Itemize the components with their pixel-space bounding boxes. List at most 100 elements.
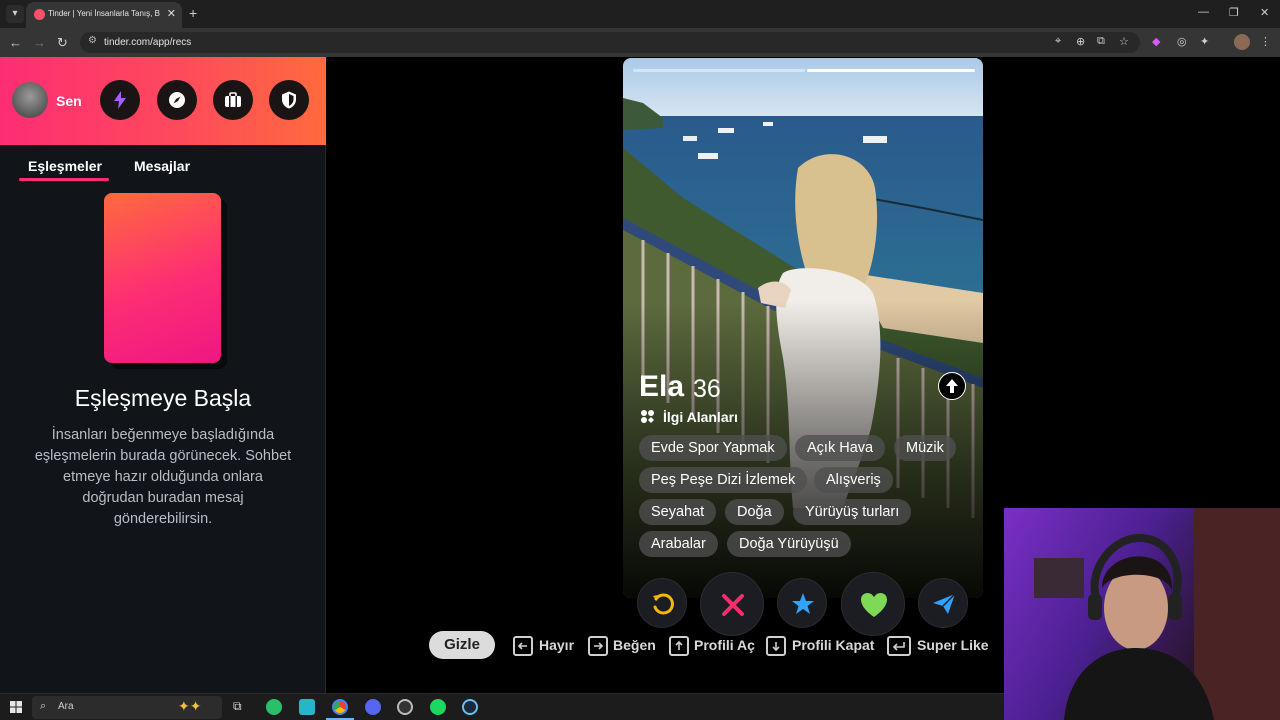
interest-chip: Evde Spor Yapmak xyxy=(639,435,787,461)
nope-icon xyxy=(722,594,744,616)
explore-button[interactable] xyxy=(157,80,197,120)
tab-title: Tinder | Yeni İnsanlarla Tanış, Bu xyxy=(48,9,160,18)
tab-search-button[interactable]: ▾ xyxy=(6,5,24,23)
forward-icon[interactable]: → xyxy=(33,35,46,50)
windows-taskbar: ⌕ Ara ✦✦ ⧉ xyxy=(0,693,1004,720)
rewind-icon xyxy=(653,593,674,615)
tab-messages[interactable]: Mesajlar xyxy=(134,158,190,174)
interest-chip: Doğa Yürüyüşü xyxy=(727,531,851,557)
browser-profile-avatar[interactable] xyxy=(1234,34,1250,50)
browser-menu-icon[interactable]: ⋮ xyxy=(1260,35,1271,48)
briefcase-icon xyxy=(225,92,241,107)
shortcut-label: Profili Aç xyxy=(694,637,755,653)
discord-icon[interactable] xyxy=(365,699,381,715)
super-like-icon xyxy=(792,593,814,614)
install-icon[interactable]: ⧉ xyxy=(1097,35,1105,48)
sidebar-header: Sen xyxy=(0,57,326,145)
windows-start-icon[interactable] xyxy=(10,701,22,713)
close-window-icon[interactable]: ✕ xyxy=(1260,6,1269,19)
chrome-icon[interactable] xyxy=(332,699,348,715)
shortcut-label: Hayır xyxy=(539,637,575,653)
open-profile-button[interactable] xyxy=(938,372,966,400)
photo-indicator-2[interactable] xyxy=(807,69,975,72)
rewind-button[interactable] xyxy=(637,578,687,628)
key-left-icon xyxy=(513,636,533,656)
shortcut-label: Super Like xyxy=(917,637,989,653)
key-down-icon xyxy=(766,636,786,656)
user-label[interactable]: Sen xyxy=(56,93,82,109)
webcam-overlay xyxy=(1004,508,1280,720)
profile-name: Ela xyxy=(639,370,685,403)
bookmark-star-icon[interactable]: ☆ xyxy=(1119,35,1129,48)
shortcut-label: Profili Kapat xyxy=(792,637,875,653)
interests-icon xyxy=(641,410,654,423)
minimize-icon[interactable]: — xyxy=(1198,6,1209,18)
shield-icon xyxy=(282,91,296,109)
url-text: tinder.com/app/recs xyxy=(104,37,192,48)
restore-icon[interactable]: ❐ xyxy=(1229,6,1239,19)
spotify-icon[interactable] xyxy=(430,699,446,715)
address-bar-row: ← → ↻ ⚙ tinder.com/app/recs ⌖ ⊕ ⧉ ☆ ◆ ◎ … xyxy=(0,28,1280,57)
new-tab-icon[interactable]: + xyxy=(189,5,197,21)
arrow-up-icon xyxy=(946,379,958,393)
nope-button[interactable] xyxy=(700,572,764,636)
profile-card[interactable]: Ela 36 İlgi Alanları Evde Spor Yapmak Aç… xyxy=(623,58,983,598)
profile-age: 36 xyxy=(693,375,721,403)
extensions-puzzle-icon[interactable]: ✦ xyxy=(1200,35,1209,48)
shortcut-label: Beğen xyxy=(613,637,656,653)
extension-2-icon[interactable]: ◎ xyxy=(1177,35,1187,48)
key-right-icon xyxy=(588,636,608,656)
super-like-button[interactable] xyxy=(777,578,827,628)
interests-label: İlgi Alanları xyxy=(663,409,738,425)
key-up-icon xyxy=(669,636,689,656)
browser-tab-bar: ▾ Tinder | Yeni İnsanlarla Tanış, Bu ✕ +… xyxy=(0,0,1280,28)
work-mode-button[interactable] xyxy=(213,80,253,120)
interest-chip: Doğa xyxy=(725,499,784,525)
matches-placeholder-card xyxy=(104,193,221,363)
boost-send-button[interactable] xyxy=(918,578,968,628)
interest-chip: Yürüyüş turları xyxy=(793,499,912,525)
compass-icon xyxy=(169,92,185,108)
back-icon[interactable]: ← xyxy=(9,35,22,50)
interest-chip: Alışveriş xyxy=(814,467,893,493)
boost-icon xyxy=(933,593,956,614)
photo-indicator-1[interactable] xyxy=(633,69,805,72)
like-icon xyxy=(861,593,887,617)
taskbar-search[interactable]: ⌕ Ara ✦✦ xyxy=(32,696,222,719)
interest-chip: Seyahat xyxy=(639,499,717,525)
tab-matches[interactable]: Eşleşmeler xyxy=(28,158,102,174)
close-tab-icon[interactable]: ✕ xyxy=(167,7,176,20)
webcam-person xyxy=(1034,508,1280,720)
copilot-sparkle-icon: ✦✦ xyxy=(178,698,202,714)
taskbar-app-icon[interactable] xyxy=(299,699,315,715)
lightning-icon xyxy=(114,91,126,109)
url-field[interactable]: ⚙ tinder.com/app/recs xyxy=(80,32,1140,53)
boost-button[interactable] xyxy=(100,80,140,120)
location-icon[interactable]: ⌖ xyxy=(1055,35,1061,48)
active-tab-indicator xyxy=(19,178,109,181)
reload-icon[interactable]: ↻ xyxy=(57,35,68,51)
empty-state-title: Eşleşmeye Başla xyxy=(74,385,252,411)
avatar[interactable] xyxy=(12,82,48,118)
extension-icon[interactable]: ◆ xyxy=(1152,35,1160,48)
zoom-icon[interactable]: ⊕ xyxy=(1076,35,1085,48)
site-info-icon[interactable]: ⚙ xyxy=(88,35,97,46)
like-button[interactable] xyxy=(841,572,905,636)
interest-chip: Arabalar xyxy=(639,531,718,557)
tinder-favicon-icon xyxy=(34,9,45,20)
task-view-icon[interactable]: ⧉ xyxy=(233,699,242,714)
matches-sidebar: Sen Eşleşmeler Mesajlar Eşleşmeye Başla … xyxy=(0,57,326,693)
interest-chip: Açık Hava xyxy=(795,435,886,461)
search-icon: ⌕ xyxy=(40,700,47,712)
interest-chip: Peş Peşe Dizi İzlemek xyxy=(639,467,808,493)
empty-state-description: İnsanları beğenmeye başladığında eşleşme… xyxy=(34,427,292,527)
steam-icon[interactable] xyxy=(462,699,478,715)
safety-button[interactable] xyxy=(269,80,309,120)
browser-tab[interactable]: Tinder | Yeni İnsanlarla Tanış, Bu ✕ xyxy=(26,2,182,28)
interest-chip: Müzik xyxy=(894,435,956,461)
hide-shortcuts-button[interactable]: Gizle xyxy=(429,631,495,659)
taskbar-app-icon[interactable] xyxy=(397,699,413,715)
key-enter-icon xyxy=(887,636,911,656)
search-label: Ara xyxy=(58,701,74,712)
taskbar-app-icon[interactable] xyxy=(266,699,282,715)
